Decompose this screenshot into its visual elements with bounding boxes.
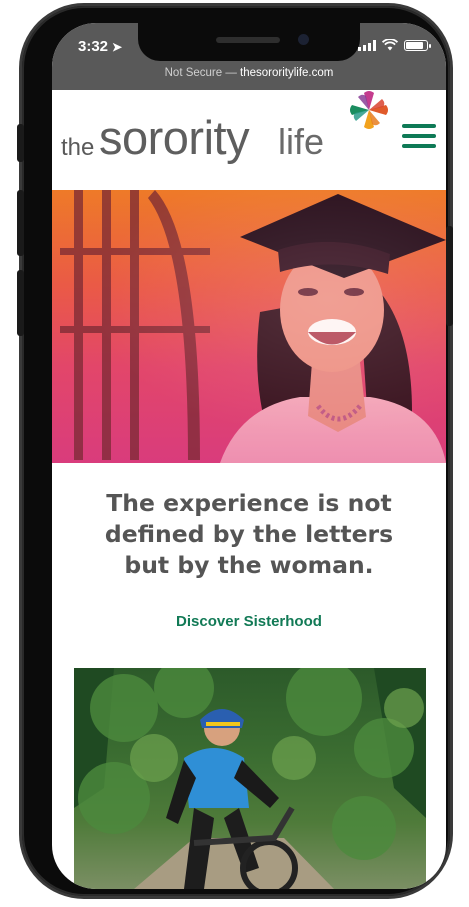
notch <box>138 23 360 61</box>
flower-logo-icon <box>350 91 388 129</box>
status-icons <box>358 39 431 51</box>
silent-switch <box>17 124 24 162</box>
volume-down-button <box>17 270 24 336</box>
phone-screen: 3:32 ➤ Not Secure — thesororitylife.com t… <box>52 23 446 889</box>
status-bar: 3:32 ➤ Not Secure — thesororitylife.com <box>52 23 446 90</box>
discover-sisterhood-link[interactable]: Discover Sisterhood <box>52 613 446 630</box>
front-camera <box>298 34 309 45</box>
cellular-signal-icon <box>358 39 376 51</box>
mountain-biker-photo <box>74 668 426 889</box>
hero-quote: The experience is not defined by the let… <box>104 489 394 579</box>
forest-scene <box>74 668 426 889</box>
battery-icon <box>404 39 431 51</box>
status-time: 3:32 ➤ <box>78 38 123 55</box>
site-header: the sorority life <box>52 90 446 190</box>
logo-the: the <box>61 134 95 161</box>
hero-gradient-overlay <box>52 190 446 463</box>
url-separator: — <box>222 67 241 79</box>
speaker-grille <box>216 37 280 43</box>
volume-up-button <box>17 190 24 256</box>
security-label: Not Secure <box>164 67 223 79</box>
logo-sorority: sorority <box>99 111 250 164</box>
location-arrow-icon: ➤ <box>112 40 123 54</box>
logo-life: life <box>278 121 325 162</box>
hero-image <box>52 190 446 463</box>
address-bar[interactable]: Not Secure — thesororitylife.com <box>52 67 446 79</box>
wifi-icon <box>382 39 398 51</box>
url-domain: thesororitylife.com <box>240 67 334 79</box>
power-button <box>446 226 453 326</box>
hamburger-menu-icon[interactable] <box>402 124 436 148</box>
